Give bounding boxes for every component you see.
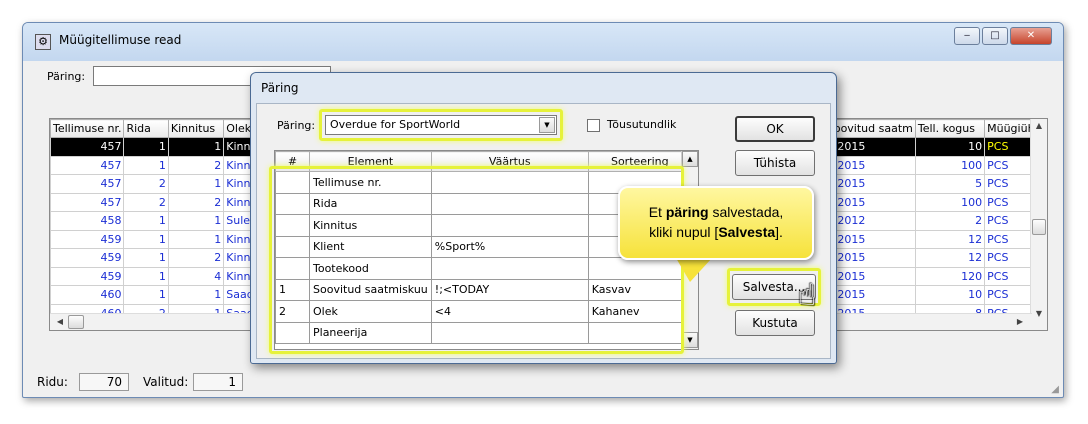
cell-confirm[interactable]: 1 — [167, 211, 225, 231]
cell-qty[interactable]: 2 — [914, 211, 986, 231]
delete-button[interactable]: Kustuta — [735, 310, 815, 336]
cell-order[interactable]: 459 — [50, 266, 125, 286]
dialog-title: Päring — [261, 81, 299, 95]
cell-qty[interactable]: 10 — [914, 137, 986, 157]
close-button[interactable]: ✕ — [1010, 27, 1052, 45]
scroll-left-icon[interactable]: ◀ — [52, 317, 68, 326]
cell-line[interactable]: 1 — [123, 285, 169, 305]
col-header-date[interactable]: Soovitud saatm — [823, 119, 916, 138]
cell-order[interactable]: 457 — [50, 137, 125, 157]
cell-confirm[interactable]: 1 — [167, 285, 225, 305]
cell-confirm[interactable]: 2 — [167, 248, 225, 268]
scroll-thumb[interactable] — [1032, 219, 1046, 235]
cell-date[interactable]: 7.2015 — [823, 229, 916, 249]
hscroll-thumb[interactable] — [68, 315, 84, 329]
cell-order[interactable]: 457 — [50, 174, 125, 194]
cell-line[interactable]: 1 — [123, 229, 169, 249]
instruction-callout: Et päring salvestada, kliki nupul [Salve… — [618, 186, 814, 260]
cell-confirm[interactable]: 4 — [167, 266, 225, 286]
cell-confirm[interactable]: 2 — [167, 192, 225, 212]
grid-vertical-scrollbar[interactable]: ▲ ▼ — [1030, 119, 1047, 330]
rows-count: 70 — [79, 373, 129, 391]
dialog-query-label: Päring: — [277, 119, 316, 132]
cell-date[interactable]: 7.2015 — [823, 137, 916, 157]
cell-date[interactable]: 7.2015 — [823, 192, 916, 212]
cell-order[interactable]: 458 — [50, 211, 125, 231]
window-title: Müügitellimuse read — [59, 33, 182, 47]
rows-label: Ridu: — [37, 375, 68, 389]
ascending-checkbox[interactable] — [587, 119, 600, 132]
selected-count: 1 — [193, 373, 243, 391]
cell-confirm[interactable]: 1 — [167, 137, 225, 157]
cell-line[interactable]: 1 — [123, 248, 169, 268]
cell-qty[interactable]: 120 — [914, 266, 986, 286]
cell-order[interactable]: 457 — [50, 192, 125, 212]
cell-date[interactable]: 5.2012 — [823, 211, 916, 231]
hand-cursor-icon: ☝ — [798, 278, 817, 313]
cell-qty[interactable]: 12 — [914, 248, 986, 268]
criteria-scroll-down-icon[interactable]: ▼ — [682, 332, 698, 348]
cell-order[interactable]: 460 — [50, 285, 125, 305]
cell-order[interactable]: 459 — [50, 248, 125, 268]
cell-qty[interactable]: 10 — [914, 285, 986, 305]
cell-date[interactable]: 3.2015 — [823, 285, 916, 305]
cell-confirm[interactable]: 1 — [167, 229, 225, 249]
cell-order[interactable]: 459 — [50, 229, 125, 249]
minimize-button[interactable]: ‒ — [954, 27, 980, 45]
scroll-right-icon[interactable]: ▶ — [1012, 317, 1028, 326]
cell-qty[interactable]: 5 — [914, 174, 986, 194]
scroll-down-icon[interactable]: ▼ — [1031, 309, 1047, 318]
cell-line[interactable]: 1 — [123, 266, 169, 286]
cell-confirm[interactable]: 1 — [167, 174, 225, 194]
query-label: Päring: — [47, 70, 86, 83]
scroll-up-icon[interactable]: ▲ — [1031, 121, 1047, 130]
cell-line[interactable]: 1 — [123, 155, 169, 175]
cell-qty[interactable]: 100 — [914, 155, 986, 175]
app-icon: ⚙ — [35, 34, 51, 50]
selected-label: Valitud: — [143, 375, 189, 389]
cell-order[interactable]: 457 — [50, 155, 125, 175]
maximize-button[interactable]: □ — [982, 27, 1008, 45]
cell-line[interactable]: 1 — [123, 211, 169, 231]
cell-qty[interactable]: 100 — [914, 192, 986, 212]
col-header-confirm[interactable]: Kinnitus — [167, 119, 225, 138]
resize-grip-icon[interactable]: ◢ — [1051, 384, 1059, 395]
cell-date[interactable]: 7.2015 — [823, 248, 916, 268]
col-header-line[interactable]: Rida — [123, 119, 169, 138]
ok-button[interactable]: OK — [735, 116, 815, 142]
cell-date[interactable]: 7.2015 — [823, 266, 916, 286]
cancel-button[interactable]: Tühista — [735, 150, 815, 176]
cell-line[interactable]: 2 — [123, 192, 169, 212]
callout-line-2: kliki nupul [Salvesta]. — [649, 224, 783, 240]
title-bar: ⚙ Müügitellimuse read ‒ □ ✕ — [23, 23, 1063, 61]
callout-line-1: Et päring salvestada, — [648, 204, 784, 220]
col-header-qty[interactable]: Tell. kogus — [914, 119, 986, 138]
criteria-scroll-up-icon[interactable]: ▲ — [682, 151, 698, 167]
cell-date[interactable]: 7.2015 — [823, 155, 916, 175]
cell-line[interactable]: 2 — [123, 174, 169, 194]
query-select-highlight — [319, 109, 563, 141]
cell-confirm[interactable]: 2 — [167, 155, 225, 175]
col-header-order[interactable]: Tellimuse nr. — [50, 119, 125, 138]
cell-date[interactable]: 7.2015 — [823, 174, 916, 194]
cell-qty[interactable]: 12 — [914, 229, 986, 249]
callout-pointer — [676, 258, 712, 282]
ascending-label: Tõusutundlik — [607, 118, 677, 131]
cell-line[interactable]: 1 — [123, 137, 169, 157]
